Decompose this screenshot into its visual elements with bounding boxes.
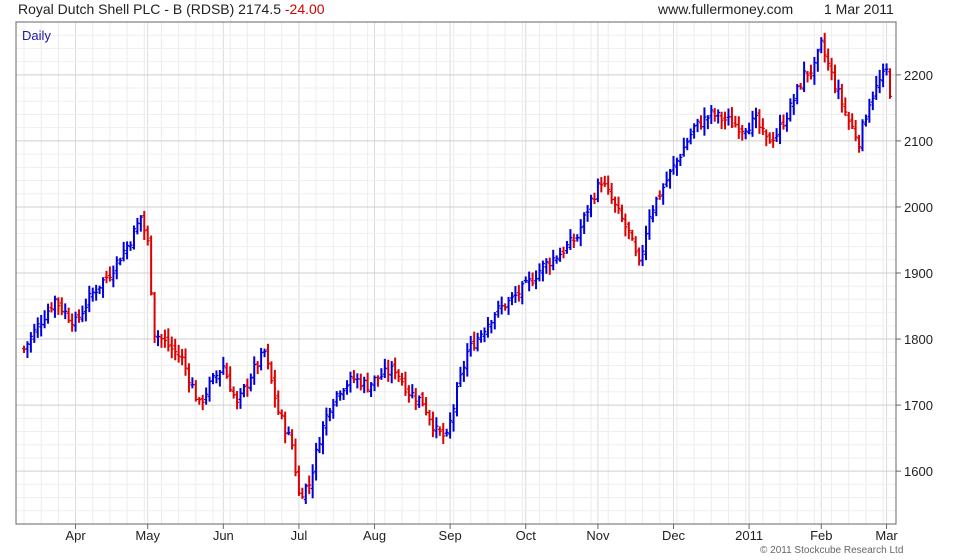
series-label: Daily bbox=[22, 28, 51, 43]
x-tick-label: Nov bbox=[586, 528, 610, 543]
grid-lines bbox=[16, 22, 896, 524]
x-tick-label: Jul bbox=[291, 528, 308, 543]
price-chart: Daily 1600 1700 1800 1900 2000 2100 2200 Apr Ma… bbox=[15, 21, 933, 543]
x-axis: Apr May Jun Jul Aug Sep Oct Nov Dec 2011 Feb Mar bbox=[65, 524, 898, 543]
x-tick-label: Sep bbox=[439, 528, 462, 543]
x-tick-label: May bbox=[135, 528, 160, 543]
x-tick-label: Oct bbox=[516, 528, 537, 543]
y-tick-label: 2000 bbox=[904, 200, 933, 215]
x-tick-label: Aug bbox=[363, 528, 386, 543]
x-tick-label: Mar bbox=[875, 528, 898, 543]
x-tick-label: 2011 bbox=[735, 528, 763, 543]
x-tick-label: Dec bbox=[662, 528, 686, 543]
price-bars bbox=[22, 32, 892, 504]
y-axis: 1600 1700 1800 1900 2000 2100 2200 bbox=[896, 68, 933, 479]
x-tick-label: Apr bbox=[65, 528, 86, 543]
y-tick-label: 1600 bbox=[904, 464, 933, 479]
y-tick-label: 1900 bbox=[904, 266, 933, 281]
y-tick-label: 2100 bbox=[904, 134, 933, 149]
y-tick-label: 2200 bbox=[904, 68, 933, 83]
x-tick-label: Feb bbox=[810, 528, 832, 543]
y-tick-label: 1700 bbox=[904, 398, 933, 413]
y-tick-label: 1800 bbox=[904, 332, 933, 347]
x-tick-label: Jun bbox=[213, 528, 234, 543]
copyright-label: © 2011 Stockcube Research Ltd bbox=[760, 545, 904, 556]
